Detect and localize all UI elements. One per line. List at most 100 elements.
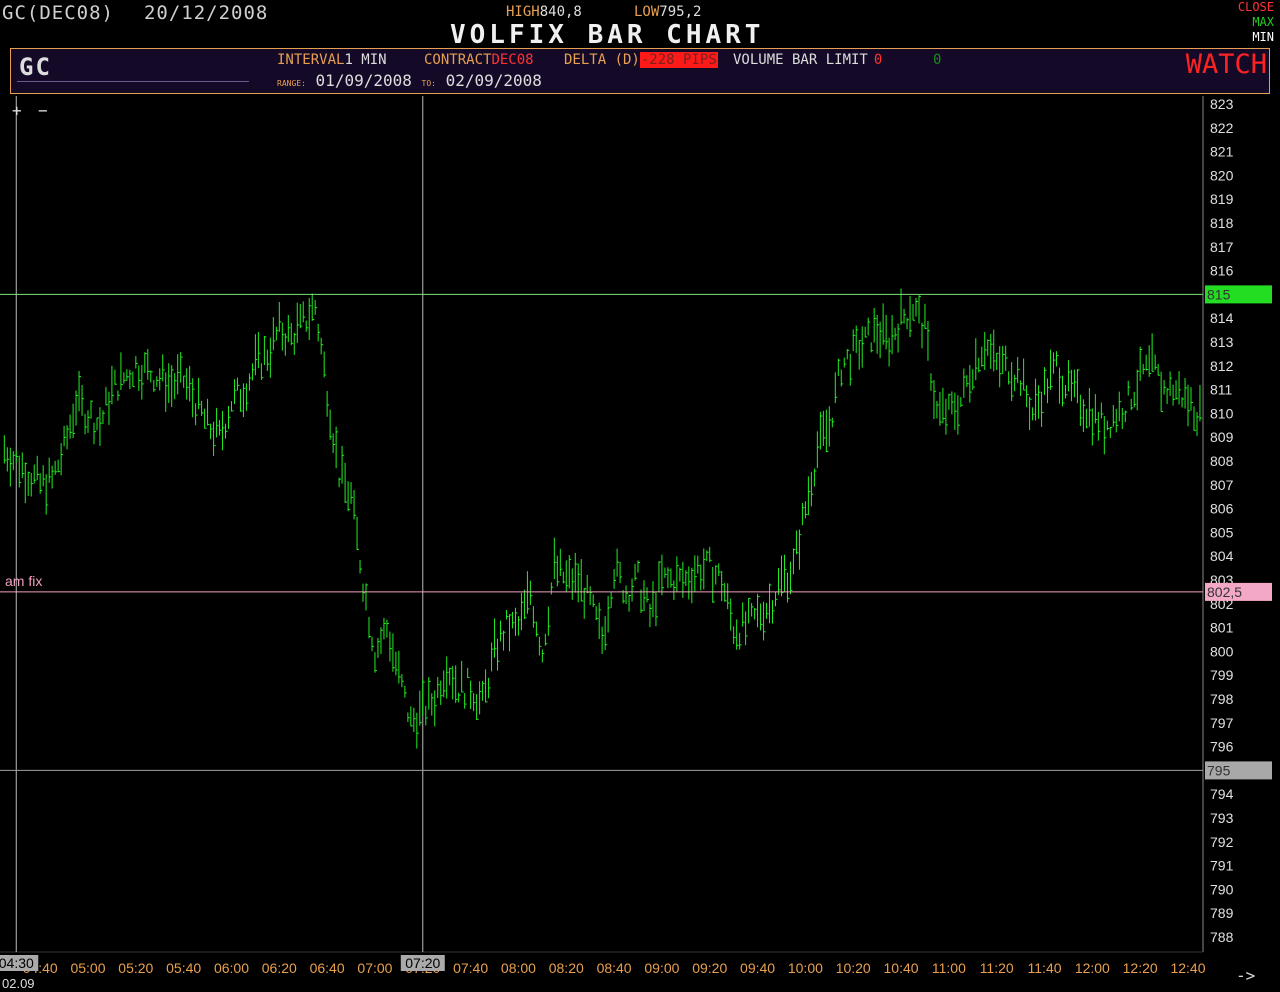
y-tick-label: 818 (1210, 215, 1234, 231)
y-tick-label: 820 (1210, 167, 1234, 183)
window-controls: CLOSE MAX MIN (1238, 0, 1274, 45)
y-tick-label: 794 (1210, 786, 1234, 802)
high-value: 840,8 (539, 4, 582, 20)
level-tag-label: 802,5 (1207, 584, 1242, 600)
y-tick-label: 810 (1210, 405, 1234, 421)
range-from[interactable]: 01/09/2008 (316, 71, 412, 90)
x-tick-label: 11:40 (1028, 960, 1062, 976)
chart-title: VOLFIX BAR CHART (450, 20, 765, 50)
range-to[interactable]: 02/09/2008 (446, 71, 542, 90)
x-tick-label: 12:00 (1075, 960, 1110, 976)
y-tick-label: 793 (1210, 810, 1234, 826)
contract-field[interactable]: CONTRACTDEC08 (424, 52, 534, 68)
x-tick-label: 09:20 (692, 960, 727, 976)
extra-value: 0 (933, 52, 942, 68)
delta-label: DELTA (D) (564, 52, 640, 68)
high-readout: HIGH840,8 (506, 4, 582, 20)
y-tick-label: 814 (1210, 310, 1234, 326)
y-tick-label: 808 (1210, 453, 1234, 469)
axis-date: 02.09 (2, 976, 35, 991)
y-tick-label: 821 (1210, 144, 1234, 160)
interval-label: INTERVAL (277, 52, 345, 68)
y-tick-label: 798 (1210, 691, 1234, 707)
x-tick-label: 05:20 (118, 960, 153, 976)
x-tick-label: 07:00 (357, 960, 392, 976)
delta-value: -228 PIPS (639, 52, 718, 68)
to-label: TO: (421, 79, 436, 88)
y-tick-label: 816 (1210, 263, 1234, 279)
y-tick-label: 789 (1210, 905, 1234, 921)
x-tick-label: 07:40 (453, 960, 488, 976)
chart-date: 20/12/2008 (143, 2, 269, 24)
x-tick-label: 06:00 (214, 960, 249, 976)
panel-symbol: GC (19, 53, 52, 81)
interval-value: 1 MIN (344, 52, 387, 68)
y-tick-label: 797 (1210, 715, 1234, 731)
low-value: 795,2 (659, 4, 702, 20)
low-label: LOW (634, 4, 660, 20)
x-tick-label: 06:40 (310, 960, 345, 976)
y-tick-label: 817 (1210, 239, 1234, 255)
minimize-button[interactable]: MIN (1238, 30, 1274, 45)
x-tick-label: 10:00 (788, 960, 823, 976)
x-tick-label: 08:40 (597, 960, 632, 976)
crosshair-time-label: 04:30 (0, 955, 34, 971)
level-tag-label: 795 (1207, 762, 1231, 778)
y-tick-label: 800 (1210, 643, 1234, 659)
y-tick-label: 806 (1210, 501, 1234, 517)
y-tick-label: 788 (1210, 929, 1234, 945)
y-tick-label: 823 (1210, 96, 1234, 112)
y-tick-label: 804 (1210, 548, 1234, 564)
x-tick-label: 09:40 (740, 960, 775, 976)
y-tick-label: 813 (1210, 334, 1234, 350)
interval-field[interactable]: INTERVAL1 MIN (277, 52, 387, 68)
y-tick-label: 812 (1210, 358, 1234, 374)
x-tick-label: 11:20 (980, 960, 1014, 976)
price-chart[interactable]: 823 822 821 820 819 818 817 816 815 814 813 812 811 8… (0, 96, 1280, 992)
x-tick-label: 08:00 (501, 960, 536, 976)
close-button[interactable]: CLOSE (1238, 0, 1274, 15)
y-tick-label: 796 (1210, 739, 1234, 755)
watch-button[interactable]: WATCH (1186, 49, 1267, 80)
maximize-button[interactable]: MAX (1238, 15, 1274, 30)
contract-label: CONTRACT (424, 52, 492, 68)
y-tick-label: 799 (1210, 667, 1234, 683)
volume-value: 0 (873, 52, 883, 68)
y-tick-label: 819 (1210, 191, 1234, 207)
high-label: HIGH (506, 4, 540, 20)
y-tick-label: 790 (1210, 881, 1234, 897)
y-tick-label: 792 (1210, 834, 1234, 850)
y-tick-label: 791 (1210, 858, 1234, 874)
x-tick-label: 10:20 (836, 960, 871, 976)
x-tick-label: 06:20 (262, 960, 297, 976)
x-tick-label: 10:40 (884, 960, 919, 976)
symbol-underline (17, 81, 249, 82)
zoom-out-button[interactable]: − (38, 101, 48, 120)
delta-field[interactable]: DELTA (D)-228 PIPS (564, 52, 718, 68)
y-tick-label: 801 (1210, 620, 1234, 636)
x-tick-label: 12:40 (1170, 960, 1205, 976)
chart-area[interactable]: 823 822 821 820 819 818 817 816 815 814 813 812 811 8… (0, 96, 1280, 992)
range-field[interactable]: RANGE: 01/09/2008 TO: 02/09/2008 (277, 71, 542, 90)
x-tick-label: 11:00 (932, 960, 966, 976)
x-tick-label: 05:00 (70, 960, 105, 976)
level-tag-label: 815 (1207, 286, 1231, 302)
level-name-label: am fix (5, 573, 42, 589)
x-tick-label: 12:20 (1123, 960, 1158, 976)
settings-panel: GC INTERVAL1 MIN CONTRACTDEC08 DELTA (D)… (10, 48, 1270, 94)
scroll-right-arrow[interactable]: -> (1236, 966, 1255, 985)
x-tick-label: 08:20 (549, 960, 584, 976)
y-tick-label: 811 (1210, 382, 1233, 398)
volume-field[interactable]: VOLUME BAR LIMIT 0 (733, 52, 882, 68)
x-tick-label: 09:00 (644, 960, 679, 976)
crosshair-time-label: 07:20 (405, 955, 440, 971)
x-tick-label: 05:40 (166, 960, 201, 976)
volume-label: VOLUME BAR LIMIT (733, 52, 868, 68)
symbol-date-line: GC(DEC08) 20/12/2008 (2, 2, 298, 24)
zoom-in-button[interactable]: + (12, 101, 22, 120)
y-tick-label: 809 (1210, 429, 1234, 445)
range-label: RANGE: (277, 79, 306, 88)
low-readout: LOW795,2 (634, 4, 701, 20)
y-tick-label: 822 (1210, 120, 1234, 136)
symbol-contract: GC(DEC08) (2, 2, 114, 24)
